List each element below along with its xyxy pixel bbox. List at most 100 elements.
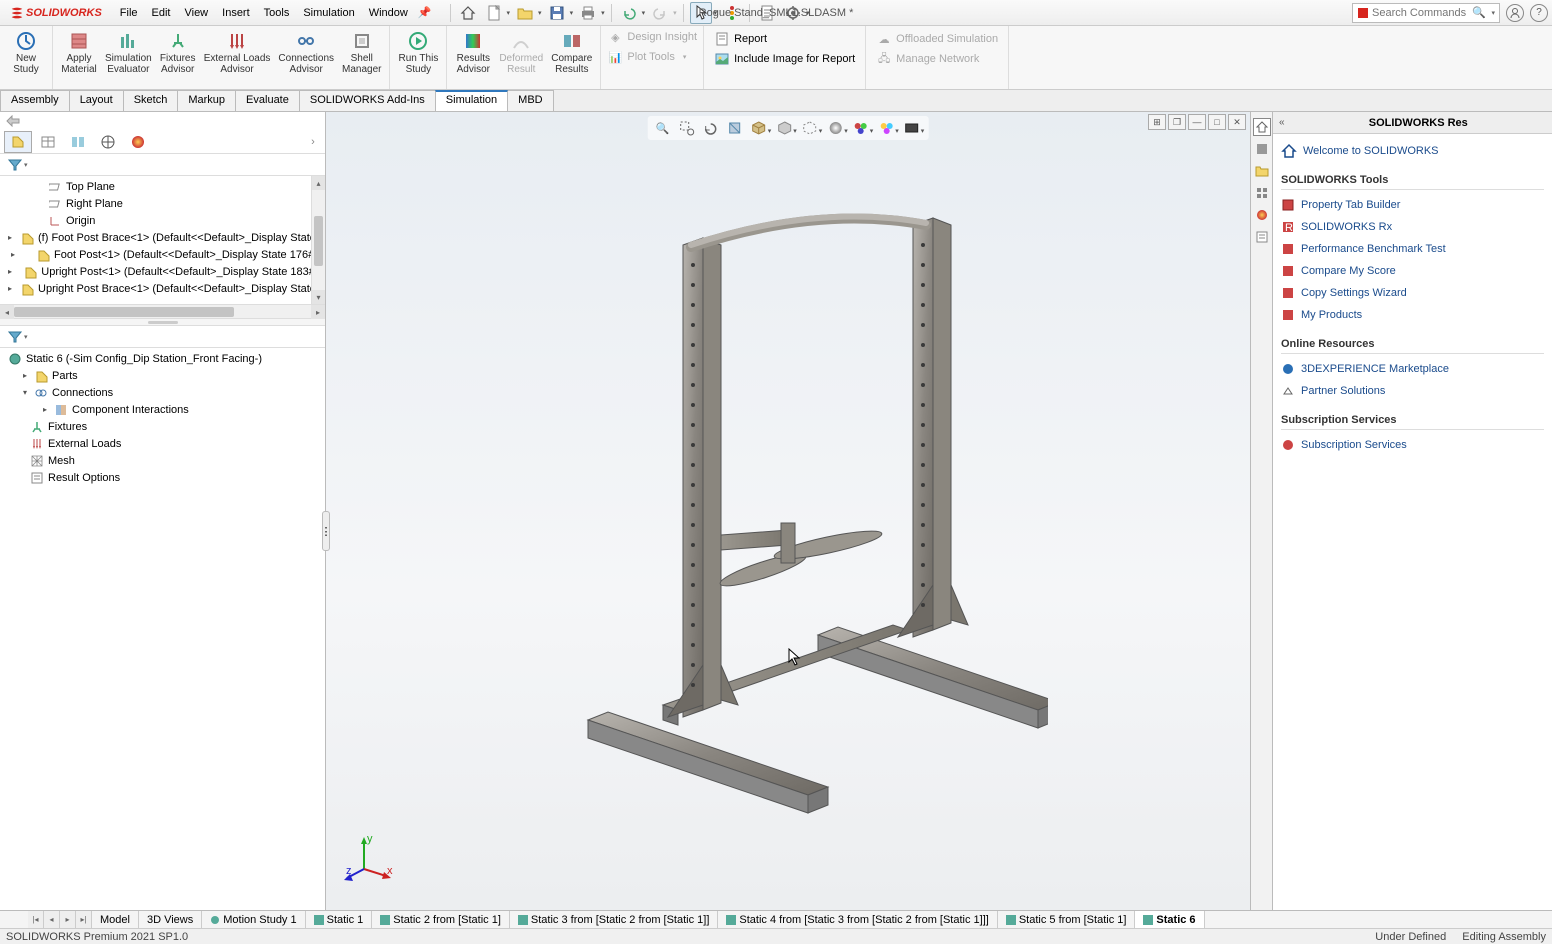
taskpane-tab-file-explorer[interactable] [1253, 162, 1271, 180]
fm-tab-config[interactable] [64, 131, 92, 153]
fm-tab-tree[interactable] [4, 131, 32, 153]
fm-expand-icon[interactable]: › [305, 136, 321, 148]
link-subscription[interactable]: Subscription Services [1281, 434, 1544, 456]
fm-tab-display[interactable] [124, 131, 152, 153]
tab-simulation[interactable]: Simulation [435, 90, 508, 111]
tree-upright-post-brace[interactable]: ▸Upright Post Brace<1> (Default<<Default… [0, 280, 325, 297]
win-maximize-icon[interactable]: □ [1208, 114, 1226, 130]
link-solidworks-rx[interactable]: RxSOLIDWORKS Rx [1281, 216, 1544, 238]
fm-tab-property[interactable] [34, 131, 62, 153]
sim-connections[interactable]: ▾Connections [0, 384, 325, 401]
zoom-area-icon[interactable] [676, 118, 698, 138]
tab-mbd[interactable]: MBD [507, 90, 553, 111]
edit-appearance-icon[interactable] [824, 118, 846, 138]
link-my-products[interactable]: My Products [1281, 304, 1544, 326]
menu-view[interactable]: View [178, 5, 214, 21]
win-tile-icon[interactable]: ❐ [1168, 114, 1186, 130]
external-loads-advisor-button[interactable]: External LoadsAdvisor [200, 28, 275, 87]
tab-sketch[interactable]: Sketch [123, 90, 179, 111]
menu-window[interactable]: Window [363, 5, 414, 21]
link-welcome[interactable]: Welcome to SOLIDWORKS [1281, 140, 1544, 162]
btab-static3[interactable]: Static 3 from [Static 2 from [Static 1]] [510, 911, 719, 928]
link-copy-settings[interactable]: Copy Settings Wizard [1281, 282, 1544, 304]
search-commands-box[interactable]: 🔍 ▾ [1352, 3, 1500, 23]
results-advisor-button[interactable]: ResultsAdvisor [451, 28, 495, 87]
menu-edit[interactable]: Edit [146, 5, 177, 21]
tree-foot-post[interactable]: ▸Foot Post<1> (Default<<Default>_Display… [0, 246, 325, 263]
tab-markup[interactable]: Markup [177, 90, 236, 111]
apply-scene-icon[interactable] [850, 118, 872, 138]
link-3dexperience[interactable]: 3DEXPERIENCE Marketplace [1281, 358, 1544, 380]
btab-model[interactable]: Model [92, 911, 139, 928]
tab-layout[interactable]: Layout [69, 90, 124, 111]
fm-splitter[interactable] [0, 318, 325, 326]
tree-right-plane[interactable]: Right Plane [0, 195, 325, 212]
new-study-button[interactable]: NewStudy [4, 28, 48, 87]
menu-simulation[interactable]: Simulation [297, 5, 360, 21]
compare-results-button[interactable]: CompareResults [547, 28, 596, 87]
btab-static2[interactable]: Static 2 from [Static 1] [372, 911, 510, 928]
menu-tools[interactable]: Tools [258, 5, 296, 21]
home-button[interactable] [457, 2, 479, 24]
view-orient-icon[interactable] [748, 118, 770, 138]
search-commands-input[interactable] [1372, 7, 1472, 19]
simulation-evaluator-button[interactable]: SimulationEvaluator [101, 28, 156, 87]
taskpane-collapse-icon[interactable]: « [1279, 117, 1285, 128]
shell-manager-button[interactable]: ShellManager [338, 28, 385, 87]
taskpane-tab-design-lib[interactable] [1253, 140, 1271, 158]
btab-static6[interactable]: Static 6 [1135, 911, 1204, 928]
print-button[interactable] [577, 2, 599, 24]
fixtures-advisor-button[interactable]: FixturesAdvisor [156, 28, 200, 87]
sim-mesh[interactable]: Mesh [0, 452, 325, 469]
link-partner[interactable]: Partner Solutions [1281, 380, 1544, 402]
save-button[interactable] [546, 2, 568, 24]
tree-origin[interactable]: Origin [0, 212, 325, 229]
graphics-splitter-handle[interactable]: ⋮ [322, 511, 330, 551]
menu-file[interactable]: File [114, 5, 144, 21]
fm-hscrollbar[interactable]: ◂▸ [0, 304, 325, 318]
undo-button[interactable] [618, 2, 640, 24]
taskpane-tab-custom-props[interactable] [1253, 228, 1271, 246]
previous-view-icon[interactable] [700, 118, 722, 138]
display-style-icon[interactable] [773, 118, 795, 138]
taskpane-tab-view-palette[interactable] [1253, 184, 1271, 202]
win-minimize-icon[interactable]: — [1188, 114, 1206, 130]
render-tools-icon[interactable] [901, 118, 923, 138]
btab-static5[interactable]: Static 5 from [Static 1] [998, 911, 1136, 928]
sim-parts[interactable]: ▸Parts [0, 367, 325, 384]
win-split-icon[interactable]: ⊞ [1148, 114, 1166, 130]
sim-external-loads[interactable]: External Loads [0, 435, 325, 452]
tab-assembly[interactable]: Assembly [0, 90, 70, 111]
tree-upright-post[interactable]: ▸Upright Post<1> (Default<<Default>_Disp… [0, 263, 325, 280]
sim-result-options[interactable]: Result Options [0, 469, 325, 486]
new-button[interactable] [483, 2, 505, 24]
bottom-nav-buttons[interactable]: |◂◂▸▸| [28, 911, 92, 928]
taskpane-tab-home[interactable] [1253, 118, 1271, 136]
taskpane-tab-appearances[interactable] [1253, 206, 1271, 224]
sim-study-root[interactable]: Static 6 (-Sim Config_Dip Station_Front … [0, 350, 325, 367]
tree-foot-post-brace[interactable]: ▸(f) Foot Post Brace<1> (Default<<Defaul… [0, 229, 325, 246]
menu-insert[interactable]: Insert [216, 5, 256, 21]
link-compare-score[interactable]: Compare My Score [1281, 260, 1544, 282]
search-icon[interactable]: 🔍 [1472, 6, 1486, 19]
sim-component-interactions[interactable]: ▸Component Interactions [0, 401, 325, 418]
run-study-button[interactable]: Run ThisStudy [394, 28, 442, 87]
link-benchmark[interactable]: Performance Benchmark Test [1281, 238, 1544, 260]
login-button[interactable] [1506, 4, 1524, 22]
redo-button[interactable] [649, 2, 671, 24]
fm-vscrollbar[interactable]: ▴▾ [311, 176, 325, 304]
pin-icon[interactable]: 📌 [418, 6, 432, 19]
simulation-tree[interactable]: Static 6 (-Sim Config_Dip Station_Front … [0, 348, 325, 910]
zoom-fit-icon[interactable]: 🔍 [652, 118, 674, 138]
tree-top-plane[interactable]: Top Plane [0, 178, 325, 195]
btab-static1[interactable]: Static 1 [306, 911, 373, 928]
open-button[interactable] [514, 2, 536, 24]
feature-tree[interactable]: Top Plane Right Plane Origin ▸(f) Foot P… [0, 176, 325, 304]
tab-evaluate[interactable]: Evaluate [235, 90, 300, 111]
btab-motion[interactable]: Motion Study 1 [202, 911, 305, 928]
btab-3dviews[interactable]: 3D Views [139, 911, 202, 928]
include-image-button[interactable]: Include Image for Report [712, 50, 857, 68]
sim-filter-bar[interactable]: ▾ [0, 326, 325, 348]
section-view-icon[interactable] [724, 118, 746, 138]
hide-show-icon[interactable] [799, 118, 821, 138]
